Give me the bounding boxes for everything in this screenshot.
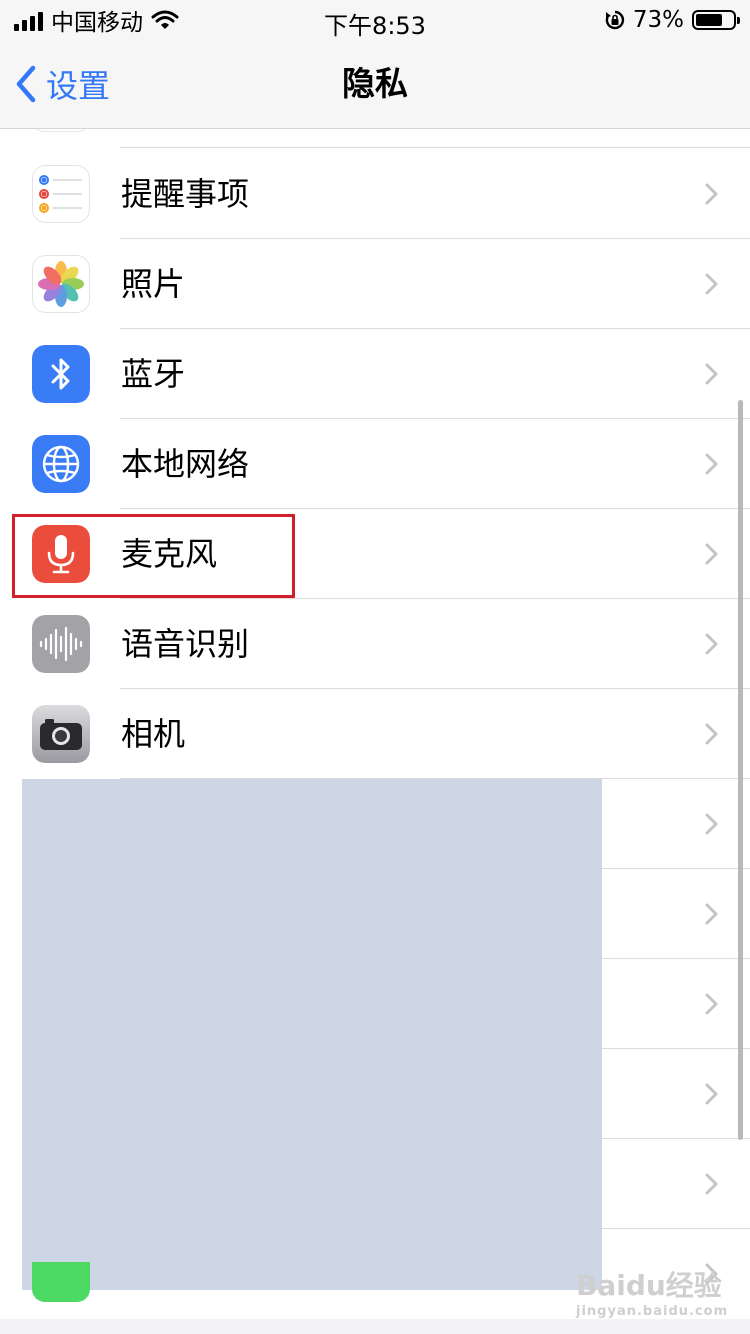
- row-speech-recognition[interactable]: 语音识别: [0, 599, 750, 689]
- chevron-right-icon: [705, 183, 718, 205]
- chevron-right-icon: [705, 453, 718, 475]
- status-right: 73%: [605, 6, 740, 34]
- chevron-right-icon: [705, 903, 718, 925]
- chevron-right-icon: [705, 723, 718, 745]
- reminders-icon: [32, 165, 90, 223]
- navigation-bar: 设置 隐私: [0, 40, 750, 129]
- row-photos[interactable]: 照片: [0, 239, 750, 329]
- chevron-right-icon: [705, 993, 718, 1015]
- camera-icon: [32, 705, 90, 763]
- watermark-url: jingyan.baidu.com: [576, 1304, 729, 1319]
- chevron-right-icon: [705, 1083, 718, 1105]
- battery-percent: 73%: [632, 7, 684, 33]
- battery-icon: [692, 10, 740, 30]
- row-label: 照片: [121, 265, 186, 303]
- chevron-right-icon: [705, 543, 718, 565]
- bluetooth-icon: [32, 345, 90, 403]
- row-label: 本地网络: [121, 445, 250, 483]
- row-label: 相机: [121, 715, 186, 753]
- scrollbar[interactable]: [738, 400, 743, 1140]
- status-bar: 中国移动 下午8:53 73%: [0, 0, 750, 40]
- chevron-right-icon: [705, 813, 718, 835]
- row-label: 语音识别: [121, 625, 250, 663]
- partial-row-icon: [32, 129, 90, 132]
- annotation-highlight-box: [12, 514, 295, 598]
- page-title: 隐私: [342, 64, 408, 103]
- partial-app-icon: [32, 1262, 90, 1302]
- row-label: 蓝牙: [121, 355, 186, 393]
- orientation-lock-icon: [605, 10, 624, 30]
- speech-recognition-icon: [32, 615, 90, 673]
- watermark: Baidu经验 jingyan.baidu.com: [576, 1264, 728, 1319]
- row-local-network[interactable]: 本地网络: [0, 419, 750, 509]
- bottom-inset: [0, 1319, 750, 1334]
- chevron-right-icon: [705, 1173, 718, 1195]
- row-label: 提醒事项: [121, 175, 250, 213]
- chevron-right-icon: [705, 633, 718, 655]
- divider: [120, 147, 750, 148]
- redaction-overlay: [22, 779, 602, 1290]
- row-reminders[interactable]: 提醒事项: [0, 149, 750, 239]
- row-bluetooth[interactable]: 蓝牙: [0, 329, 750, 419]
- photos-icon: [32, 255, 90, 313]
- row-camera[interactable]: 相机: [0, 689, 750, 779]
- chevron-right-icon: [705, 363, 718, 385]
- local-network-icon: [32, 435, 90, 493]
- watermark-text: Baidu经验: [576, 1269, 722, 1302]
- chevron-right-icon: [705, 273, 718, 295]
